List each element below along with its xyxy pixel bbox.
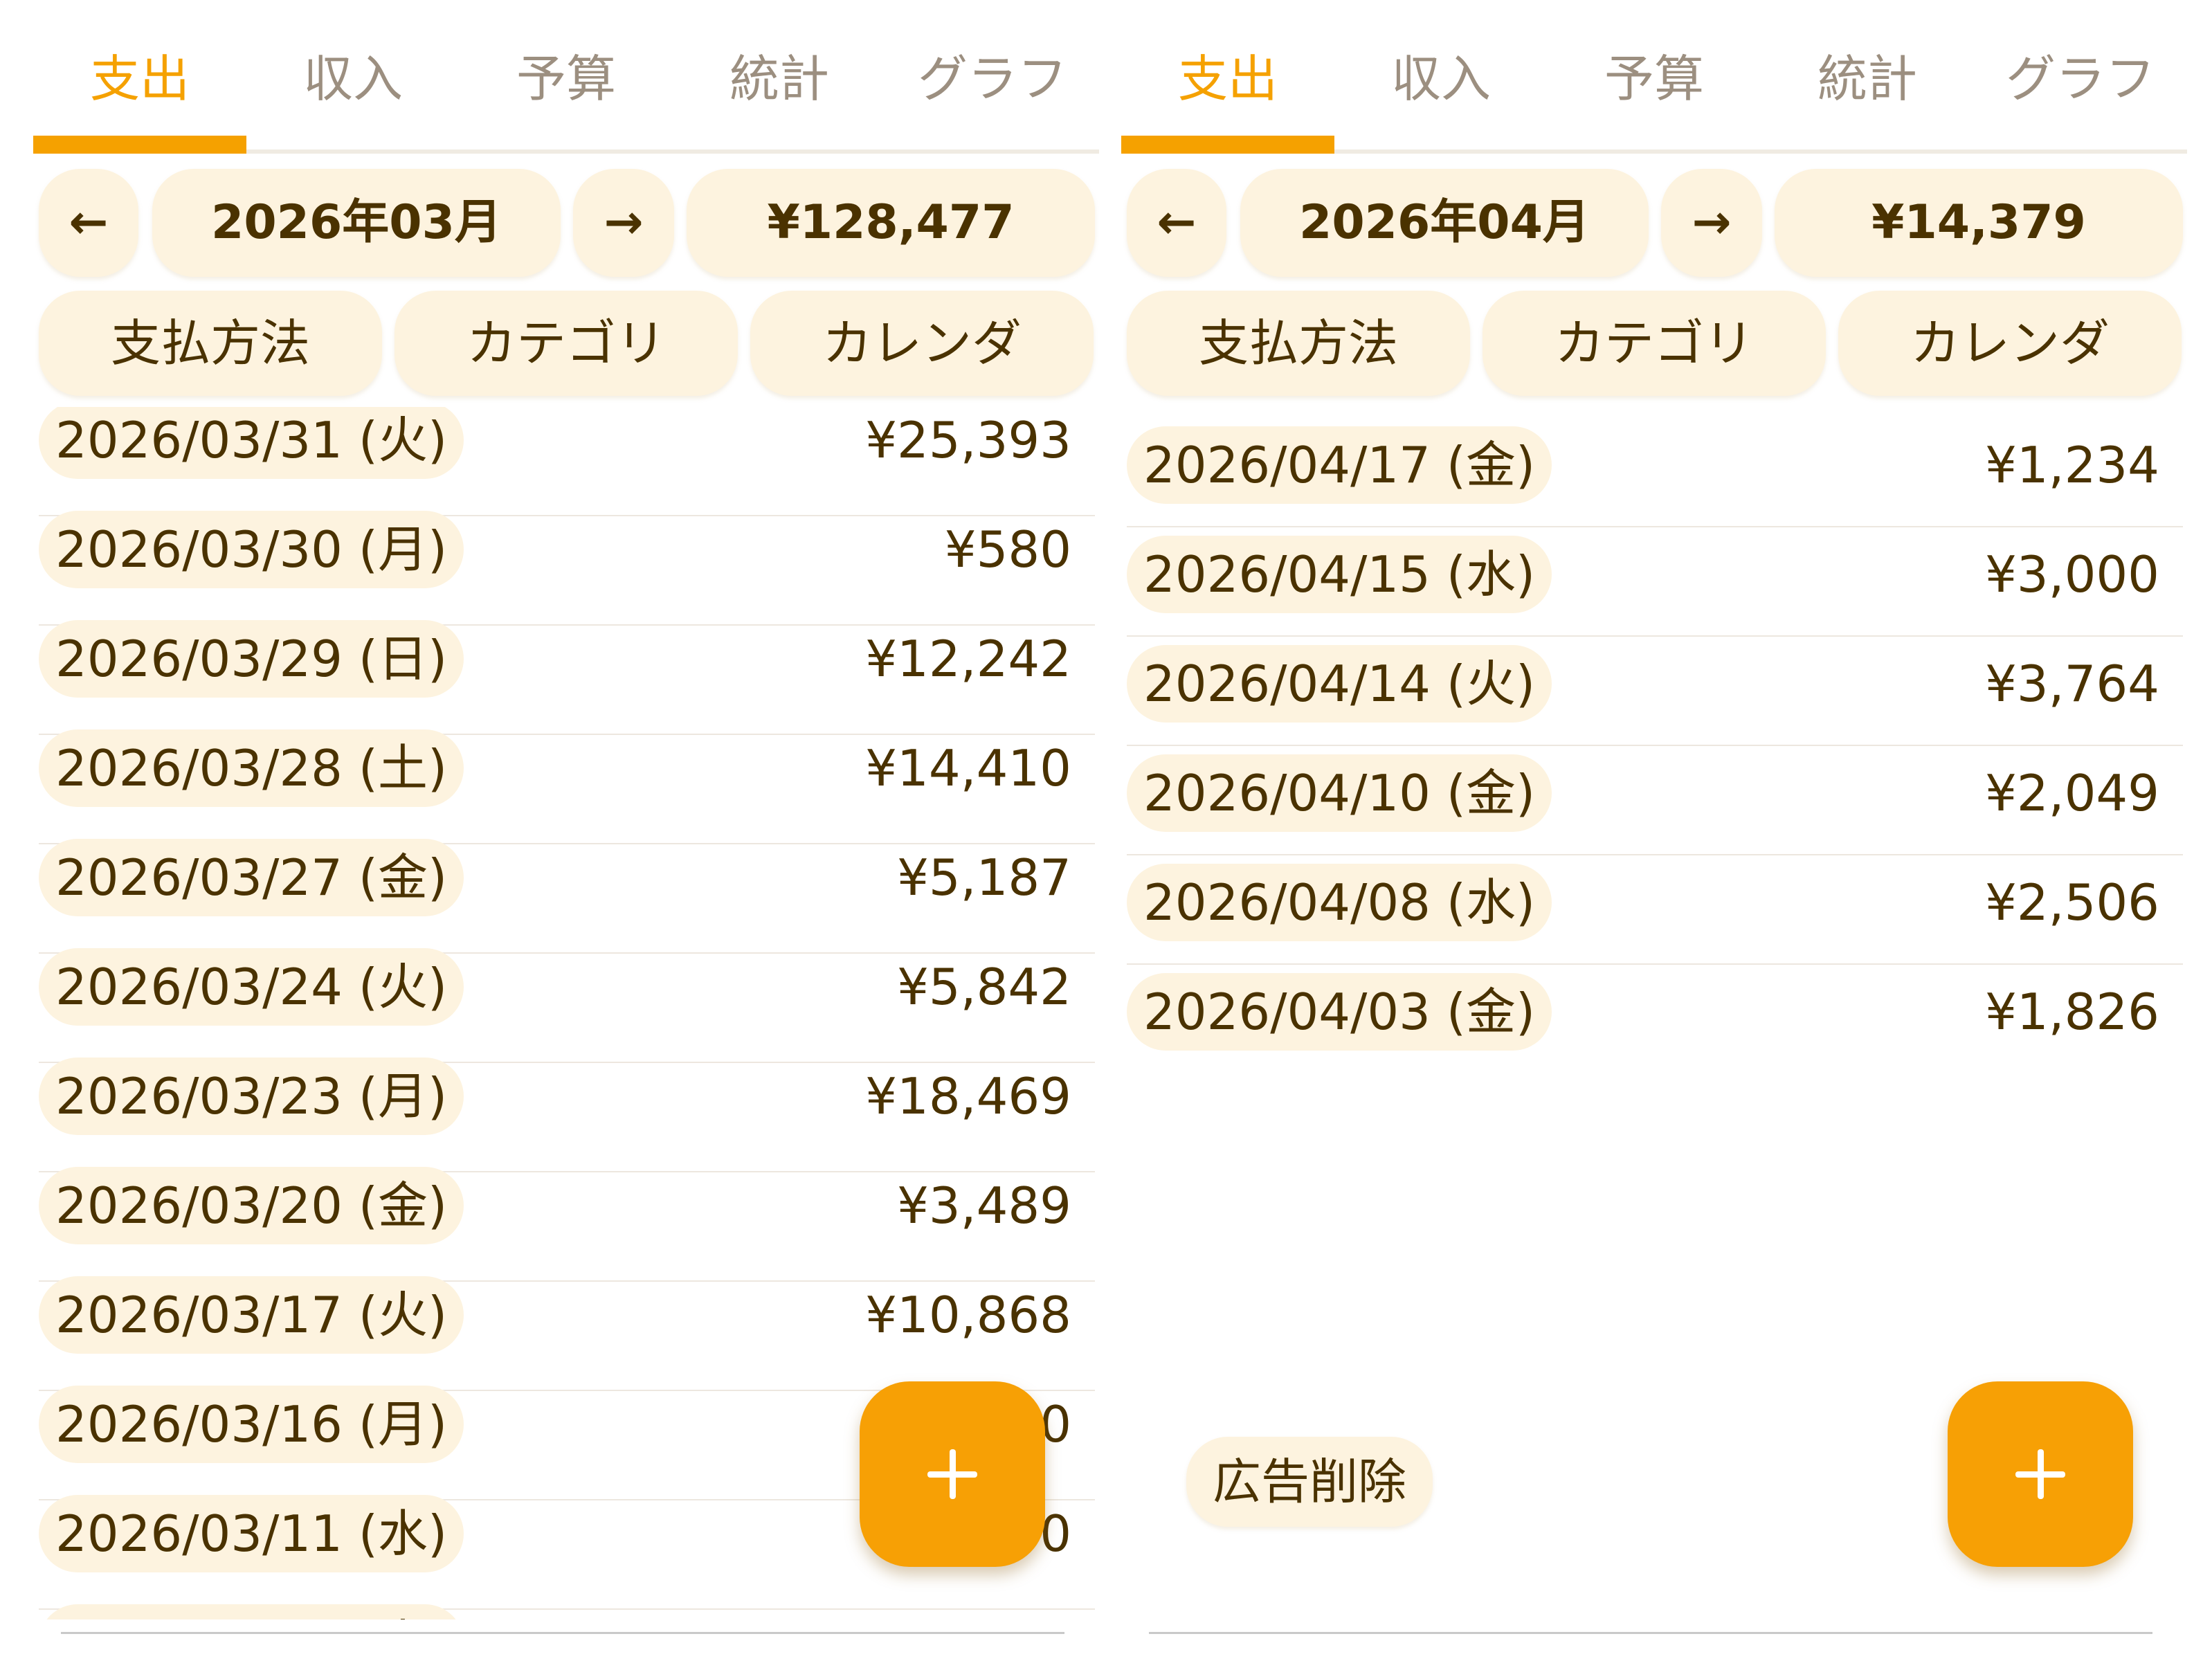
amount-label: ¥14,410 bbox=[865, 739, 1071, 797]
tab-graph[interactable]: グラフ bbox=[886, 28, 1099, 149]
active-tab-indicator bbox=[33, 136, 246, 154]
tab-income[interactable]: 収入 bbox=[246, 28, 460, 149]
tab-budget[interactable]: 予算 bbox=[1548, 28, 1761, 149]
amount-label: ¥1,234 bbox=[1985, 436, 2159, 494]
list-item[interactable]: 2026/04/10 (金) ¥2,049 bbox=[1127, 746, 2183, 855]
amount-label: ¥2,506 bbox=[1985, 873, 2159, 932]
list-item[interactable]: 2026/03/20 (金) ¥3,489 bbox=[39, 1167, 1095, 1282]
list-item[interactable]: 2026/03/30 (月) ¥580 bbox=[39, 511, 1095, 626]
date-label: 2026/03/28 (土) bbox=[39, 729, 464, 807]
date-label: 2026/04/08 (水) bbox=[1127, 864, 1552, 941]
calendar-button[interactable]: カレンダ bbox=[1838, 291, 2182, 396]
date-label: 2026/03/23 (月) bbox=[39, 1058, 464, 1135]
list-item[interactable]: 2026/04/17 (金) ¥1,234 bbox=[1127, 418, 2183, 527]
date-label: 2026/03/27 (金) bbox=[39, 839, 464, 916]
date-label: 2026/03/31 (火) bbox=[39, 407, 464, 479]
amount-label: ¥2,049 bbox=[1985, 764, 2159, 822]
remove-ads-button[interactable]: 広告削除 bbox=[1186, 1437, 1433, 1527]
month-total: ¥128,477 bbox=[687, 169, 1095, 277]
tab-bar: 支出 収入 予算 統計 グラフ bbox=[1121, 28, 2187, 154]
month-total: ¥14,379 bbox=[1775, 169, 2183, 277]
list-item[interactable]: 2026/03/10 (火) ¥6,451 bbox=[39, 1604, 1095, 1619]
prev-month-button[interactable]: ← bbox=[1127, 169, 1226, 277]
tab-bar: 支出 収入 予算 統計 グラフ bbox=[33, 28, 1099, 154]
active-tab-indicator bbox=[1121, 136, 1334, 154]
date-label: 2026/03/17 (火) bbox=[39, 1276, 464, 1354]
tab-expense[interactable]: 支出 bbox=[1121, 28, 1334, 149]
amount-label: ¥3,000 bbox=[1985, 545, 2159, 603]
expense-list[interactable]: 2026/04/17 (金) ¥1,234 2026/04/15 (水) ¥3,00… bbox=[1127, 418, 2183, 1055]
prev-month-button[interactable]: ← bbox=[39, 169, 138, 277]
date-label: 2026/04/14 (火) bbox=[1127, 645, 1552, 723]
date-label: 2026/04/10 (金) bbox=[1127, 754, 1552, 832]
list-item[interactable]: 2026/03/17 (火) ¥10,868 bbox=[39, 1276, 1095, 1391]
next-month-button[interactable]: → bbox=[1661, 169, 1762, 277]
date-label: 2026/03/20 (金) bbox=[39, 1167, 464, 1244]
amount-label: ¥3,764 bbox=[1985, 655, 2159, 713]
tab-income[interactable]: 収入 bbox=[1334, 28, 1548, 149]
next-month-button[interactable]: → bbox=[573, 169, 674, 277]
amount-label: ¥1,826 bbox=[1985, 983, 2159, 1041]
expense-screen-april: 支出 収入 予算 統計 グラフ ← 2026年04月 → ¥14,379 支払方… bbox=[1121, 0, 2187, 1661]
amount-label: ¥18,469 bbox=[865, 1067, 1071, 1125]
tab-expense[interactable]: 支出 bbox=[33, 28, 246, 149]
date-label: 2026/03/30 (月) bbox=[39, 511, 464, 588]
month-label[interactable]: 2026年03月 bbox=[152, 169, 561, 277]
tab-graph[interactable]: グラフ bbox=[1974, 28, 2187, 149]
expense-screen-march: 支出 収入 予算 統計 グラフ ← 2026年03月 → ¥128,477 支払… bbox=[33, 0, 1099, 1661]
amount-label: ¥10,868 bbox=[865, 1286, 1071, 1344]
date-label: 2026/03/10 (火) bbox=[39, 1604, 464, 1619]
add-expense-button[interactable] bbox=[1948, 1381, 2133, 1567]
tab-statistics[interactable]: 統計 bbox=[1761, 28, 1974, 149]
list-item[interactable]: 2026/03/24 (火) ¥5,842 bbox=[39, 948, 1095, 1063]
category-button[interactable]: カテゴリ bbox=[395, 291, 738, 396]
payment-method-button[interactable]: 支払方法 bbox=[1127, 291, 1470, 396]
list-item[interactable]: 2026/04/14 (火) ¥3,764 bbox=[1127, 637, 2183, 746]
category-button[interactable]: カテゴリ bbox=[1483, 291, 1826, 396]
calendar-button[interactable]: カレンダ bbox=[750, 291, 1094, 396]
month-label[interactable]: 2026年04月 bbox=[1240, 169, 1649, 277]
amount-label: ¥580 bbox=[944, 520, 1071, 579]
amount-label: ¥6,451 bbox=[897, 1604, 1071, 1619]
date-label: 2026/03/11 (水) bbox=[39, 1495, 464, 1572]
divider bbox=[1149, 1632, 2152, 1634]
date-label: 2026/03/24 (火) bbox=[39, 948, 464, 1026]
list-item[interactable]: 2026/03/31 (火) ¥25,393 bbox=[39, 407, 1095, 516]
amount-label: ¥12,242 bbox=[865, 630, 1071, 688]
date-label: 2026/03/29 (日) bbox=[39, 620, 464, 698]
list-item[interactable]: 2026/04/08 (水) ¥2,506 bbox=[1127, 855, 2183, 965]
amount-label: ¥3,489 bbox=[897, 1177, 1071, 1235]
amount-label: ¥25,393 bbox=[865, 411, 1071, 469]
amount-label: ¥5,842 bbox=[897, 958, 1071, 1016]
list-item[interactable]: 2026/03/27 (金) ¥5,187 bbox=[39, 839, 1095, 954]
tab-budget[interactable]: 予算 bbox=[460, 28, 673, 149]
date-label: 2026/04/15 (水) bbox=[1127, 536, 1552, 613]
divider bbox=[61, 1632, 1064, 1634]
list-item[interactable]: 2026/04/03 (金) ¥1,826 bbox=[1127, 965, 2183, 1055]
list-item[interactable]: 2026/03/28 (土) ¥14,410 bbox=[39, 729, 1095, 844]
tab-statistics[interactable]: 統計 bbox=[673, 28, 886, 149]
list-item[interactable]: 2026/04/15 (水) ¥3,000 bbox=[1127, 527, 2183, 637]
list-item[interactable]: 2026/03/29 (日) ¥12,242 bbox=[39, 620, 1095, 735]
add-expense-button[interactable] bbox=[860, 1381, 1045, 1567]
date-label: 2026/03/16 (月) bbox=[39, 1386, 464, 1463]
payment-method-button[interactable]: 支払方法 bbox=[39, 291, 382, 396]
date-label: 2026/04/17 (金) bbox=[1127, 426, 1552, 504]
date-label: 2026/04/03 (金) bbox=[1127, 973, 1552, 1051]
amount-label: ¥5,187 bbox=[897, 848, 1071, 907]
list-item[interactable]: 2026/03/23 (月) ¥18,469 bbox=[39, 1058, 1095, 1172]
